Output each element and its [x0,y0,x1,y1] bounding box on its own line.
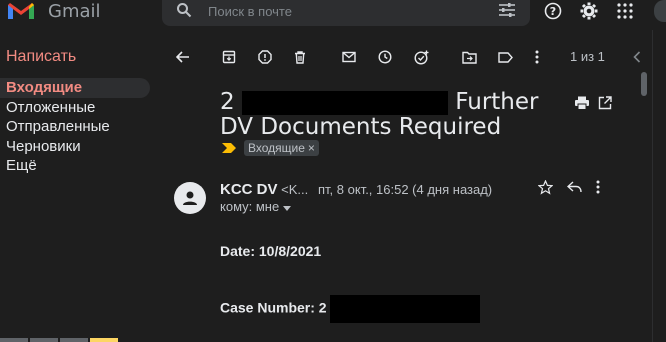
body-date-line: Date: 10/8/2021 [220,243,322,259]
help-icon[interactable]: ? [542,0,564,22]
top-bar: Gmail Поиск в почте ? [0,0,666,26]
delete-icon[interactable] [289,46,311,68]
sidebar: Написать Входящие Отложенные Отправленны… [0,40,160,176]
subject-actions [574,96,612,115]
open-in-new-window-icon[interactable] [598,96,612,115]
inbox-label-chip-text: Входящие [248,141,305,155]
search-icon[interactable] [176,2,192,18]
redaction-block [241,90,448,115]
pagination-count: 1 из 1 [570,49,605,64]
case-number-text: Case Number: 2 [220,299,327,316]
archive-icon[interactable] [218,46,240,68]
gmail-m-icon [8,3,34,19]
scrollbar-track[interactable] [638,70,650,342]
more-vert-icon[interactable] [526,46,548,68]
sender-avatar[interactable] [174,182,206,214]
importance-marker-icon[interactable] [222,143,236,153]
chevron-left-icon[interactable] [626,46,648,68]
reply-icon[interactable] [566,180,582,200]
sender-email[interactable]: <K... [281,182,308,197]
message-pane: 1 из 1 2 Further DV Documents Required В… [162,36,641,342]
body-case-line: Case Number: 2 [220,295,481,323]
search-bar[interactable]: Поиск в почте [162,0,530,26]
back-arrow-icon[interactable] [172,46,194,68]
message-more-icon[interactable] [596,180,600,200]
apps-grid-icon[interactable] [614,0,636,22]
sidebar-item-more[interactable]: Ещё [0,156,150,176]
print-icon[interactable] [574,96,590,115]
side-panel-edge [652,30,666,342]
recipient-text: кому: мне [220,199,280,214]
add-task-icon[interactable] [410,46,432,68]
sidebar-item-drafts[interactable]: Черновики [0,137,150,157]
report-spam-icon[interactable] [254,46,276,68]
message-toolbar: 1 из 1 [162,46,641,68]
label-row: Входящие × [222,140,319,156]
subject-prefix: 2 [220,89,235,115]
recipient-line[interactable]: кому: мне [220,199,291,214]
sidebar-item-inbox[interactable]: Входящие [0,78,150,98]
message-actions [537,179,600,200]
redaction-block [330,295,481,323]
sidebar-item-sent[interactable]: Отправленные [0,117,150,137]
message-date: пт, 8 окт., 16:52 (4 дня назад) [318,182,493,197]
svg-text:?: ? [550,5,556,18]
gmail-logo[interactable]: Gmail [6,0,101,22]
scrollbar-thumb[interactable] [641,72,647,96]
settings-gear-icon[interactable] [578,0,600,22]
move-to-folder-icon[interactable] [458,46,480,68]
sidebar-item-snoozed[interactable]: Отложенные [0,98,150,118]
search-options-icon[interactable] [498,2,516,18]
compose-button[interactable]: Написать [0,40,160,74]
label-icon[interactable] [494,46,516,68]
star-icon[interactable] [537,179,554,200]
gmail-logo-text: Gmail [48,0,101,22]
account-avatar[interactable] [654,0,666,22]
mark-unread-icon[interactable] [338,46,360,68]
inbox-label-chip[interactable]: Входящие × [244,140,319,156]
sidebar-nav: Входящие Отложенные Отправленные Чернови… [0,78,160,176]
caret-down-icon[interactable] [282,206,291,211]
bottom-strip [0,338,160,342]
message-subject: 2 Further DV Documents Required [220,90,560,140]
remove-label-icon[interactable]: × [308,141,315,155]
snooze-clock-icon[interactable] [374,46,396,68]
sender-name[interactable]: KCC DV [220,181,278,198]
sender-line: KCC DV <K... [220,181,308,198]
search-input[interactable]: Поиск в почте [208,4,292,19]
